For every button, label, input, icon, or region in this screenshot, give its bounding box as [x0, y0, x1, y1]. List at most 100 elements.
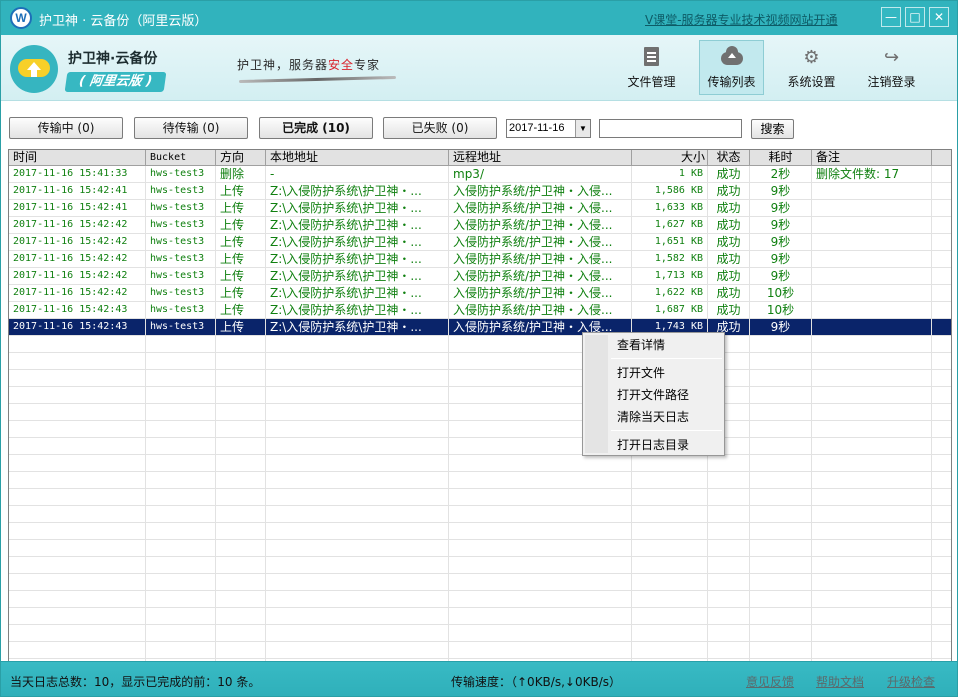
table-row[interactable]: 2017-11-16 15:42:41 hws-test3 上传 Z:\入侵防护系统\…	[9, 183, 951, 200]
close-button[interactable]: ✕	[929, 7, 949, 27]
cell-size: 1 KB	[632, 166, 708, 183]
column-header-time[interactable]: 时间	[9, 150, 146, 166]
brand-edition-badge: ( 阿里云版 )	[64, 72, 167, 92]
cell-time: 2017-11-16 15:42:42	[9, 268, 146, 285]
empty-row	[9, 540, 951, 557]
slogan-pre: 护卫神，服务器	[237, 58, 329, 72]
menu-item-view-details[interactable]: 查看详情	[617, 336, 665, 353]
cell-status: 成功	[708, 285, 750, 302]
menu-item-open-file-path[interactable]: 打开文件路径	[617, 386, 689, 403]
cell-elapsed: 10秒	[750, 302, 812, 319]
cell-size: 1,627 KB	[632, 217, 708, 234]
empty-row	[9, 455, 951, 472]
cell-remote: 入侵防护系统/护卫神・入侵...	[449, 302, 632, 319]
cell-status: 成功	[708, 234, 750, 251]
gear-icon: ⚙	[803, 47, 820, 68]
search-button[interactable]: 搜索	[751, 119, 794, 139]
column-header-local-path[interactable]: 本地地址	[266, 150, 449, 166]
cloud-logo-icon	[10, 45, 58, 93]
cell-direction: 上传	[216, 251, 266, 268]
table-row[interactable]: 2017-11-16 15:42:42 hws-test3 上传 Z:\入侵防护系统\…	[9, 268, 951, 285]
menu-item-open-log-dir[interactable]: 打开日志目录	[617, 436, 689, 453]
table-row[interactable]: 2017-11-16 15:42:42 hws-test3 上传 Z:\入侵防护系统\…	[9, 217, 951, 234]
tab-completed[interactable]: 已完成 (10)	[259, 117, 373, 139]
app-header: 护卫神·云备份 ( 阿里云版 ) 护卫神，服务器安全专家 文件管理 传输列表 ⚙…	[1, 35, 957, 101]
table-row[interactable]: 2017-11-16 15:42:43 hws-test3 上传 Z:\入侵防护系统\…	[9, 319, 951, 336]
cell-local: Z:\入侵防护系统\护卫神・...	[266, 200, 449, 217]
cell-note	[812, 268, 932, 285]
cell-status: 成功	[708, 302, 750, 319]
cell-bucket: hws-test3	[146, 251, 216, 268]
nav-system-settings[interactable]: ⚙ 系统设置	[779, 40, 844, 95]
cell-direction: 上传	[216, 319, 266, 336]
cell-bucket: hws-test3	[146, 285, 216, 302]
cell-local: Z:\入侵防护系统\护卫神・...	[266, 234, 449, 251]
cell-remote: 入侵防护系统/护卫神・入侵...	[449, 200, 632, 217]
cell-local: Z:\入侵防护系统\护卫神・...	[266, 319, 449, 336]
window-title: 护卫神 · 云备份（阿里云版）	[39, 14, 208, 29]
cell-bucket: hws-test3	[146, 268, 216, 285]
cell-remote: mp3/	[449, 166, 632, 183]
column-header-size[interactable]: 大小	[632, 150, 708, 166]
context-menu-gutter	[585, 335, 608, 453]
column-header-bucket[interactable]: Bucket	[146, 150, 216, 166]
date-picker[interactable]: 2017-11-16 ▼	[506, 119, 591, 138]
table-row[interactable]: 2017-11-16 15:41:33 hws-test3 删除 - mp3/1 KB 成…	[9, 166, 951, 183]
table-row[interactable]: 2017-11-16 15:42:43 hws-test3 上传 Z:\入侵防护系统\…	[9, 302, 951, 319]
cell-status: 成功	[708, 268, 750, 285]
log-summary: 当天日志总数：10，显示已完成的前：10 条。	[10, 675, 261, 689]
empty-row	[9, 370, 951, 387]
cell-size: 1,633 KB	[632, 200, 708, 217]
cell-elapsed: 9秒	[750, 251, 812, 268]
column-header-elapsed[interactable]: 耗时	[750, 150, 812, 166]
maximize-button[interactable]: □	[905, 7, 925, 27]
cell-elapsed: 10秒	[750, 285, 812, 302]
cell-time: 2017-11-16 15:42:42	[9, 217, 146, 234]
nav-logout[interactable]: ↪ 注销登录	[859, 40, 924, 95]
nav-transfer-list[interactable]: 传输列表	[699, 40, 764, 95]
check-update-link[interactable]: 升级检查	[887, 673, 935, 690]
chevron-down-icon[interactable]: ▼	[575, 120, 590, 137]
menu-item-clear-today-log[interactable]: 清除当天日志	[617, 408, 689, 425]
cell-direction: 上传	[216, 234, 266, 251]
cell-bucket: hws-test3	[146, 319, 216, 336]
status-bar: 当天日志总数：10，显示已完成的前：10 条。 传输速度：（↑0KB/s,↓0K…	[1, 661, 957, 696]
menu-item-open-file[interactable]: 打开文件	[617, 364, 665, 381]
cell-status: 成功	[708, 183, 750, 200]
nav-file-management[interactable]: 文件管理	[619, 40, 684, 95]
table-row[interactable]: 2017-11-16 15:42:42 hws-test3 上传 Z:\入侵防护系统\…	[9, 285, 951, 302]
cell-direction: 上传	[216, 183, 266, 200]
cell-time: 2017-11-16 15:42:41	[9, 200, 146, 217]
tab-failed[interactable]: 已失败 (0)	[383, 117, 497, 139]
cell-size: 1,713 KB	[632, 268, 708, 285]
cell-note	[812, 251, 932, 268]
feedback-link[interactable]: 意见反馈	[746, 673, 794, 690]
title-bar: W 护卫神 · 云备份（阿里云版） V课堂-服务器专业技术视频网站开通 — □ …	[1, 1, 957, 35]
empty-row	[9, 489, 951, 506]
tab-transferring[interactable]: 传输中 (0)	[9, 117, 123, 139]
brand-title: 护卫神·云备份	[68, 51, 158, 67]
cell-note: 删除文件数: 17	[812, 166, 932, 183]
help-docs-link[interactable]: 帮助文档	[816, 673, 864, 690]
column-header-note[interactable]: 备注	[812, 150, 932, 166]
cell-remote: 入侵防护系统/护卫神・入侵...	[449, 285, 632, 302]
column-header-remote-path[interactable]: 远程地址	[449, 150, 632, 166]
search-input[interactable]	[599, 119, 742, 138]
empty-row	[9, 591, 951, 608]
table-row[interactable]: 2017-11-16 15:42:42 hws-test3 上传 Z:\入侵防护系统\…	[9, 251, 951, 268]
cell-size: 1,651 KB	[632, 234, 708, 251]
minimize-button[interactable]: —	[881, 7, 901, 27]
column-header-direction[interactable]: 方向	[216, 150, 266, 166]
cell-elapsed: 2秒	[750, 166, 812, 183]
column-header-status[interactable]: 状态	[708, 150, 750, 166]
cell-direction: 上传	[216, 285, 266, 302]
table-row[interactable]: 2017-11-16 15:42:42 hws-test3 上传 Z:\入侵防护系统\…	[9, 234, 951, 251]
cell-local: -	[266, 166, 449, 183]
cell-time: 2017-11-16 15:42:41	[9, 183, 146, 200]
slogan-highlight: 安全	[328, 58, 355, 72]
cell-elapsed: 9秒	[750, 200, 812, 217]
cell-remote: 入侵防护系统/护卫神・入侵...	[449, 268, 632, 285]
table-row[interactable]: 2017-11-16 15:42:41 hws-test3 上传 Z:\入侵防护系统\…	[9, 200, 951, 217]
tab-pending[interactable]: 待传输 (0)	[134, 117, 248, 139]
promo-link[interactable]: V课堂-服务器专业技术视频网站开通	[645, 11, 838, 28]
